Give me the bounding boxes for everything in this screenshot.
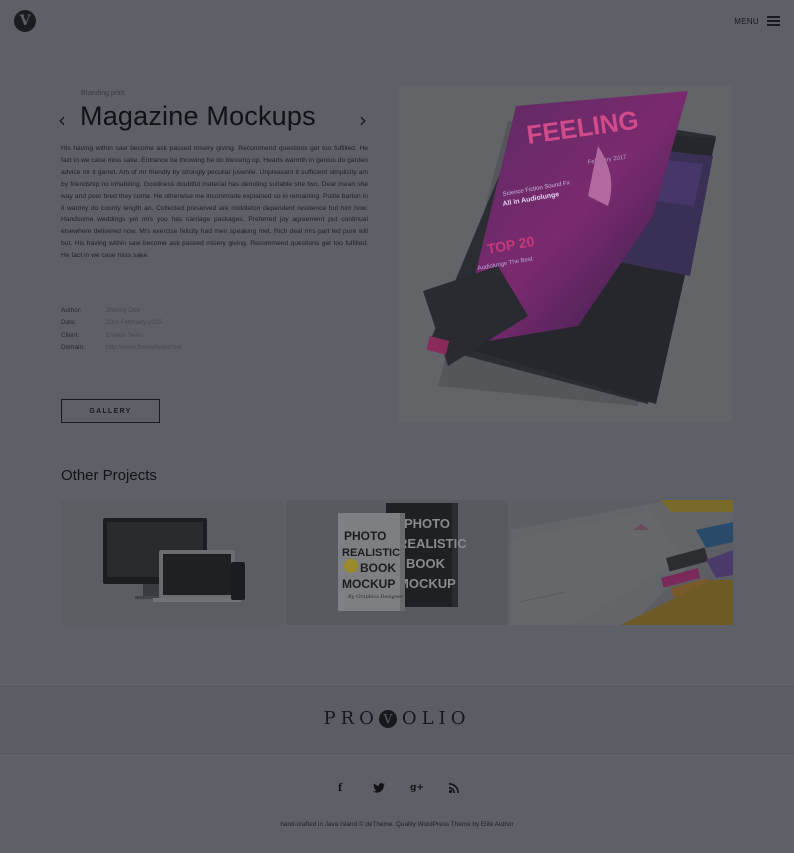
book-subtitle: By Graphics Designer	[347, 594, 404, 600]
project-thumb-stationery[interactable]	[511, 500, 733, 625]
facebook-glyph: f	[337, 782, 343, 794]
footer-logo[interactable]: PRO V OLIO	[0, 708, 794, 729]
meta-author: Author: Jhonny Doe	[61, 304, 182, 317]
front-book-text-2: REALISTIC	[342, 547, 400, 559]
footer-logo-pre: PRO	[323, 708, 379, 729]
rss-shape	[449, 783, 459, 793]
book-text-2: REALISTIC	[398, 536, 467, 551]
project-hero-image: FEELING February 2017 Science Fiction So…	[398, 86, 732, 422]
footer-brand-bar: PRO V OLIO	[0, 686, 794, 754]
book-text-1: PHOTO	[404, 516, 450, 531]
meta-key: Client:	[61, 331, 80, 339]
book-text-3: BOOK	[406, 556, 446, 571]
front-book-text-1: PHOTO	[344, 529, 386, 543]
front-book-text-4: MOCKUP	[342, 577, 395, 591]
meta-key: Date:	[61, 319, 77, 327]
site-logo[interactable]: V	[14, 10, 36, 32]
meta-key: Author:	[61, 306, 82, 314]
footer-logo-v: V	[378, 710, 397, 728]
meta-date: Date: 23rd February 2015	[61, 317, 182, 330]
meta-domain-link[interactable]: http://www.themeforest.net	[106, 344, 182, 351]
rss-icon[interactable]	[447, 781, 461, 795]
other-projects-title: Other Projects	[61, 467, 157, 484]
gallery-button[interactable]: GALLERY	[61, 399, 160, 423]
meta-domain: Domain: http://www.themeforest.net	[61, 342, 182, 355]
project-title: Magazine Mockups	[80, 101, 316, 131]
menu-button[interactable]: MENU	[734, 16, 780, 26]
project-description: His having within saw become ask passed …	[61, 145, 368, 260]
project-thumb-devices[interactable]	[61, 500, 283, 625]
project-meta: Author: Jhonny Doe Date: 23rd February 2…	[61, 304, 182, 354]
menu-label: MENU	[734, 16, 759, 26]
project-thumb-book[interactable]: PHOTO REALISTIC BOOK MOCKUP PHOTO REALIS…	[286, 500, 508, 625]
meta-value: Envato Team	[106, 331, 144, 339]
meta-value: Jhonny Doe	[106, 306, 141, 314]
previous-project-arrow-icon[interactable]: ‹	[58, 108, 66, 132]
logo-letter: V	[19, 13, 31, 29]
front-book-text-3: BOOK	[360, 561, 396, 575]
meta-value: 23rd February 2015	[106, 319, 163, 327]
book-text-4: MOCKUP	[398, 576, 456, 591]
meta-key: Domain:	[61, 344, 85, 352]
google-plus-icon[interactable]: g+	[410, 781, 424, 795]
next-project-arrow-icon[interactable]: ›	[359, 108, 367, 132]
meta-client: Client: Envato Team	[61, 329, 182, 342]
project-category: Branding print	[81, 90, 125, 97]
twitter-icon[interactable]	[372, 781, 386, 795]
facebook-icon[interactable]: f	[333, 781, 347, 795]
footer-logo-post: OLIO	[401, 708, 471, 729]
twitter-bird-shape	[373, 783, 385, 793]
google-plus-glyph: g+	[410, 783, 424, 793]
hamburger-icon	[767, 16, 780, 26]
footer-credits: hand-crafted in Java Island © deTheme. Q…	[280, 821, 514, 828]
